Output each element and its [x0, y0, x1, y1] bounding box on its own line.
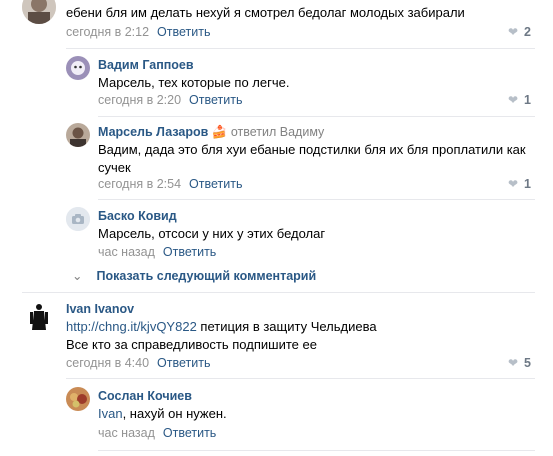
- divider: [98, 450, 535, 451]
- divider: [98, 199, 535, 200]
- reply-button[interactable]: Ответить: [157, 25, 210, 39]
- comment-time[interactable]: сегодня в 2:12: [66, 25, 149, 39]
- heart-icon: ❤: [507, 93, 519, 107]
- comment-text-line: сучек: [98, 160, 131, 175]
- cake-icon: 🍰: [211, 125, 228, 139]
- comment-time[interactable]: час назад: [98, 426, 155, 440]
- heart-icon: ❤: [507, 356, 519, 370]
- show-more-button[interactable]: ⌄ Показать следующий комментарий: [72, 268, 317, 284]
- comment-text-line: Все кто за справедливость подпишите ее: [66, 337, 317, 352]
- comment-author: Марсель Лазаров 🍰 ответил Вадиму: [98, 125, 324, 140]
- reply-button[interactable]: Ответить: [163, 245, 216, 259]
- comment-author[interactable]: Вадим Гаппоев: [98, 58, 194, 72]
- comment-time[interactable]: сегодня в 4:40: [66, 356, 149, 370]
- comment-text: Марсель, отсоси у них у этих бедолаг: [98, 226, 326, 241]
- divider: [22, 292, 535, 293]
- mention-link[interactable]: Ivan: [98, 406, 123, 421]
- reply-button[interactable]: Ответить: [189, 93, 242, 107]
- petition-link[interactable]: http://chng.it/kjvQY822: [66, 319, 197, 334]
- like-button[interactable]: ❤ 2: [508, 25, 531, 39]
- avatar[interactable]: [66, 387, 90, 411]
- divider: [66, 48, 535, 49]
- divider: [66, 378, 535, 379]
- chevron-down-icon: ⌄: [72, 269, 83, 283]
- comment-meta: час назад Ответить: [98, 245, 216, 259]
- divider: [98, 116, 535, 117]
- comment-meta: сегодня в 2:12 Ответить: [66, 25, 210, 39]
- comment-time[interactable]: час назад: [98, 245, 155, 259]
- like-count: 5: [524, 356, 531, 370]
- replied-to[interactable]: ответил Вадиму: [231, 125, 324, 139]
- heart-icon: ❤: [507, 25, 519, 39]
- comment-meta: сегодня в 2:54 Ответить: [98, 177, 242, 191]
- comment-time[interactable]: сегодня в 2:54: [98, 177, 181, 191]
- like-button[interactable]: ❤ 5: [508, 356, 531, 370]
- show-more-label: Показать следующий комментарий: [96, 268, 317, 283]
- like-count: 1: [524, 177, 531, 191]
- comment-meta: сегодня в 4:40 Ответить: [66, 356, 210, 370]
- avatar[interactable]: [22, 0, 56, 24]
- heart-icon: ❤: [507, 177, 519, 191]
- comment-text: Марсель, тех которые по легче.: [98, 75, 290, 90]
- comment-text: http://chng.it/kjvQY822 петиция в защиту…: [66, 318, 536, 354]
- like-count: 1: [524, 93, 531, 107]
- comment-text: Вадим, дада это бля хуи ебаные подстилки…: [98, 141, 538, 177]
- like-button[interactable]: ❤ 1: [508, 93, 531, 107]
- comment-text: Ivan, нахуй он нужен.: [98, 405, 528, 423]
- comment-author[interactable]: Сослан Кочиев: [98, 389, 192, 403]
- comment-author[interactable]: Баско Ковид: [98, 209, 177, 223]
- avatar[interactable]: [66, 56, 90, 80]
- comment-text: ебени бля им делать нехуй я смотрел бедо…: [66, 5, 465, 20]
- camera-icon: [66, 207, 90, 231]
- avatar[interactable]: [66, 123, 90, 147]
- reply-button[interactable]: Ответить: [157, 356, 210, 370]
- comment-text-line: Вадим, дада это бля хуи ебаные подстилки…: [98, 142, 526, 157]
- like-button[interactable]: ❤ 1: [508, 177, 531, 191]
- like-count: 2: [524, 25, 531, 39]
- comment-text-rest: петиция в защиту Чельдиева: [196, 319, 377, 334]
- comment-time[interactable]: сегодня в 2:20: [98, 93, 181, 107]
- comment-text-rest: , нахуй он нужен.: [122, 406, 227, 421]
- comment-meta: сегодня в 2:20 Ответить: [98, 93, 242, 107]
- comment-author[interactable]: Ivan Ivanov: [66, 302, 134, 316]
- author-name[interactable]: Марсель Лазаров: [98, 125, 208, 139]
- comment-meta: час назад Ответить: [98, 426, 216, 440]
- reply-button[interactable]: Ответить: [163, 426, 216, 440]
- comment-text-line: http://chng.it/kjvQY822 петиция в защиту…: [66, 318, 536, 336]
- avatar[interactable]: [22, 300, 56, 334]
- reply-button[interactable]: Ответить: [189, 177, 242, 191]
- avatar[interactable]: [66, 207, 90, 231]
